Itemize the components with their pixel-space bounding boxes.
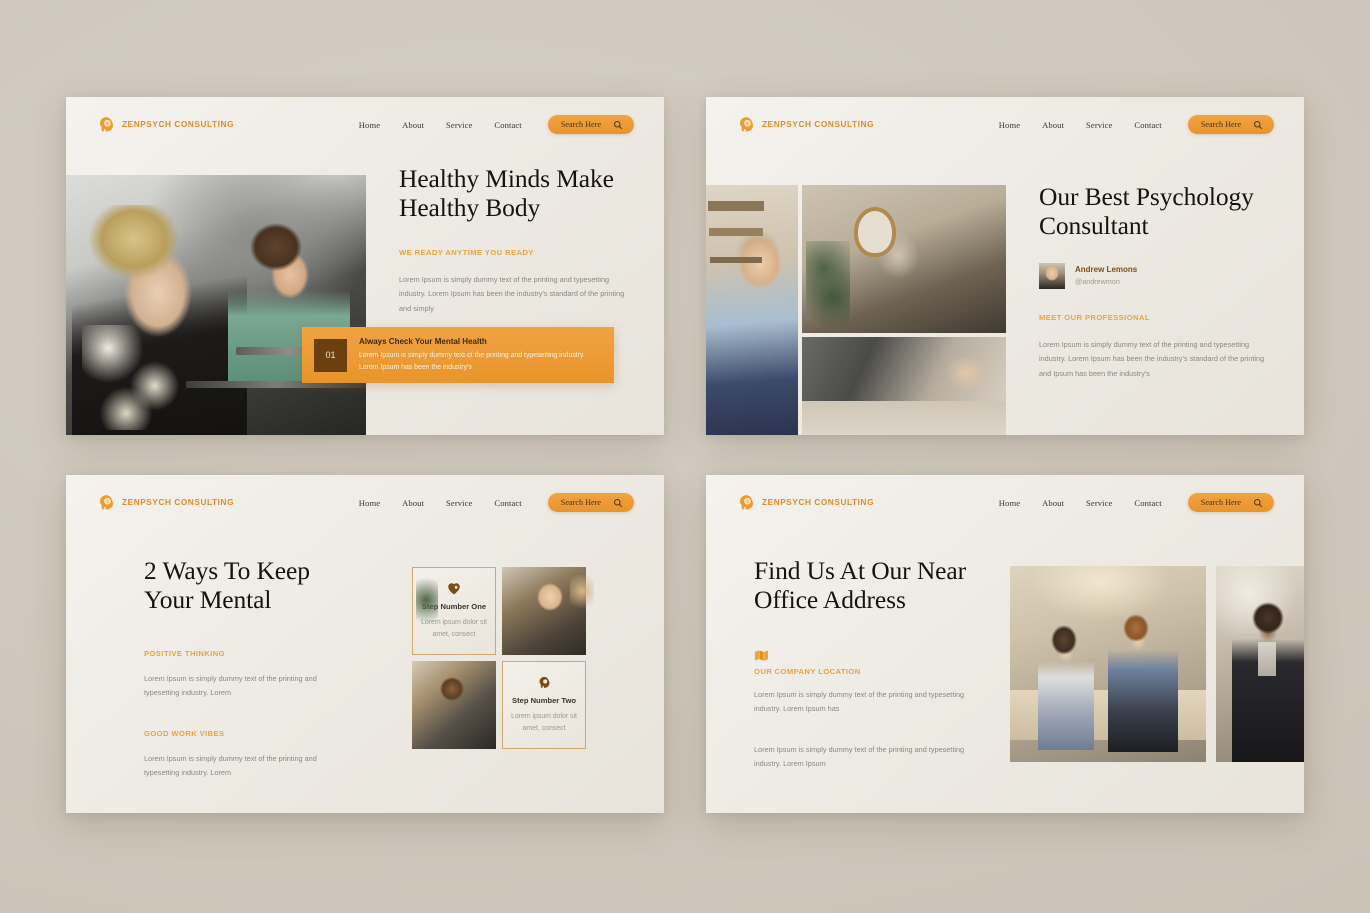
brand-name: ZENPSYCH CONSULTING — [762, 498, 875, 507]
navbar: ZENPSYCH CONSULTING Home About Service C… — [66, 97, 664, 152]
nav-link-about[interactable]: About — [402, 498, 424, 508]
search-button-label: Search Here — [1200, 120, 1241, 129]
head-profile-icon — [738, 116, 755, 133]
head-profile-icon — [738, 494, 755, 511]
search-button-label: Search Here — [1200, 498, 1241, 507]
nav-link-home[interactable]: Home — [999, 120, 1020, 130]
slide-two-ways[interactable]: ZENPSYCH CONSULTING Home About Service C… — [66, 475, 664, 813]
nav-link-contact[interactable]: Contact — [494, 498, 521, 508]
brand-logo[interactable]: ZENPSYCH CONSULTING — [738, 116, 874, 133]
slide-hero[interactable]: ZENPSYCH CONSULTING Home About Service C… — [66, 97, 664, 435]
nav-link-service[interactable]: Service — [446, 120, 472, 130]
callout-number: 01 — [314, 338, 347, 372]
slide-location[interactable]: ZENPSYCH CONSULTING Home About Service C… — [706, 475, 1304, 813]
two-ways-text-block: 2 Ways To Keep Your Mental POSITIVE THIN… — [144, 556, 334, 781]
magnifier-icon — [1253, 498, 1263, 508]
search-button[interactable]: Search Here — [1187, 115, 1274, 134]
head-profile-icon — [538, 676, 551, 689]
gallery-photo-top — [802, 185, 1006, 333]
gallery-photo-consultation — [1010, 566, 1206, 762]
steps-grid: Step Number One Lorem ipsum dolor sit am… — [412, 567, 598, 749]
gallery-photo-left — [706, 185, 798, 435]
magnifier-icon — [613, 498, 623, 508]
consultant-profile[interactable]: Andrew Lemons @andrewmon — [1039, 262, 1275, 289]
section-eyebrow-vibes: GOOD WORK VIBES — [144, 728, 225, 738]
navbar: ZENPSYCH CONSULTING Home About Service C… — [66, 475, 664, 530]
presentation-board: ZENPSYCH CONSULTING Home About Service C… — [0, 0, 1370, 913]
nav-link-service[interactable]: Service — [446, 498, 472, 508]
nav-links: Home About Service Contact Search Here — [999, 115, 1274, 134]
search-button-label: Search Here — [560, 498, 601, 507]
section-paragraph-positive: Lorem Ipsum is simply dummy text of the … — [144, 673, 317, 698]
search-button-label: Search Here — [560, 120, 601, 129]
map-fold-icon — [754, 649, 769, 666]
consultant-handle: @andrewmon — [1075, 277, 1120, 287]
consultant-gallery — [706, 185, 1006, 435]
nav-link-about[interactable]: About — [1042, 120, 1064, 130]
nav-link-home[interactable]: Home — [999, 498, 1020, 508]
callout-body: Lorem Ipsum is simply dummy text of the … — [359, 352, 585, 371]
consultant-paragraph: Lorem Ipsum is simply dummy text of the … — [1039, 339, 1265, 378]
location-eyebrow: OUR COMPANY LOCATION — [754, 666, 861, 676]
magnifier-icon — [613, 120, 623, 130]
brand-name: ZENPSYCH CONSULTING — [122, 120, 235, 129]
location-gallery — [1006, 566, 1304, 762]
hero-text-block: Healthy Minds Make Healthy Body WE READY… — [399, 164, 631, 316]
brand-name: ZENPSYCH CONSULTING — [122, 498, 235, 507]
nav-link-about[interactable]: About — [1042, 498, 1064, 508]
magnifier-icon — [1253, 120, 1263, 130]
nav-links: Home About Service Contact Search Here — [359, 493, 634, 512]
search-button[interactable]: Search Here — [547, 115, 634, 134]
step-photo-two — [412, 661, 496, 749]
navbar: ZENPSYCH CONSULTING Home About Service C… — [706, 475, 1304, 530]
brand-logo[interactable]: ZENPSYCH CONSULTING — [738, 494, 874, 511]
navbar: ZENPSYCH CONSULTING Home About Service C… — [706, 97, 1304, 152]
hero-eyebrow: WE READY ANYTIME YOU READY — [399, 247, 534, 257]
page-title: Healthy Minds Make Healthy Body — [399, 164, 614, 222]
step-body: Lorem ipsum dolor sit amet, consect — [511, 713, 577, 732]
head-profile-icon — [98, 494, 115, 511]
callout-card[interactable]: 01 Always Check Your Mental Health Lorem… — [302, 327, 614, 383]
nav-link-home[interactable]: Home — [359, 120, 380, 130]
section-paragraph-vibes: Lorem Ipsum is simply dummy text of the … — [144, 753, 317, 778]
gallery-photo-client — [1216, 566, 1304, 762]
location-paragraph-2: Lorem Ipsum is simply dummy text of the … — [754, 744, 965, 769]
callout-title: Always Check Your Mental Health — [359, 337, 487, 347]
nav-link-contact[interactable]: Contact — [494, 120, 521, 130]
brand-logo[interactable]: ZENPSYCH CONSULTING — [98, 494, 234, 511]
hero-photo — [66, 175, 366, 435]
nav-link-home[interactable]: Home — [359, 498, 380, 508]
brand-logo[interactable]: ZENPSYCH CONSULTING — [98, 116, 234, 133]
nav-links: Home About Service Contact Search Here — [999, 493, 1274, 512]
avatar — [1039, 262, 1065, 289]
nav-link-about[interactable]: About — [402, 120, 424, 130]
nav-link-contact[interactable]: Contact — [1134, 120, 1161, 130]
head-profile-icon — [98, 116, 115, 133]
search-button[interactable]: Search Here — [1187, 493, 1274, 512]
search-button[interactable]: Search Here — [547, 493, 634, 512]
page-title: Find Us At Our Near Office Address — [754, 556, 966, 614]
nav-links: Home About Service Contact Search Here — [359, 115, 634, 134]
nav-link-contact[interactable]: Contact — [1134, 498, 1161, 508]
page-title: 2 Ways To Keep Your Mental — [144, 556, 310, 614]
nav-link-service[interactable]: Service — [1086, 120, 1112, 130]
consultant-name: Andrew Lemons — [1075, 265, 1138, 275]
location-text-block: Find Us At Our Near Office Address OUR C… — [754, 556, 990, 772]
nav-link-service[interactable]: Service — [1086, 498, 1112, 508]
consultant-text-block: Our Best Psychology Consultant Andrew Le… — [1039, 182, 1275, 381]
step-card-two[interactable]: Step Number Two Lorem ipsum dolor sit am… — [502, 661, 586, 749]
heart-icon — [447, 582, 461, 595]
hero-paragraph: Lorem Ipsum is simply dummy text of the … — [399, 274, 625, 313]
brand-name: ZENPSYCH CONSULTING — [762, 120, 875, 129]
gallery-photo-bottom — [802, 337, 1006, 435]
section-eyebrow-positive: POSITIVE THINKING — [144, 648, 225, 658]
step-title: Step Number Two — [512, 696, 576, 706]
slide-consultant[interactable]: ZENPSYCH CONSULTING Home About Service C… — [706, 97, 1304, 435]
location-paragraph-1: Lorem Ipsum is simply dummy text of the … — [754, 689, 965, 714]
consultant-eyebrow: MEET OUR PROFESSIONAL — [1039, 312, 1150, 322]
page-title: Our Best Psychology Consultant — [1039, 182, 1254, 240]
